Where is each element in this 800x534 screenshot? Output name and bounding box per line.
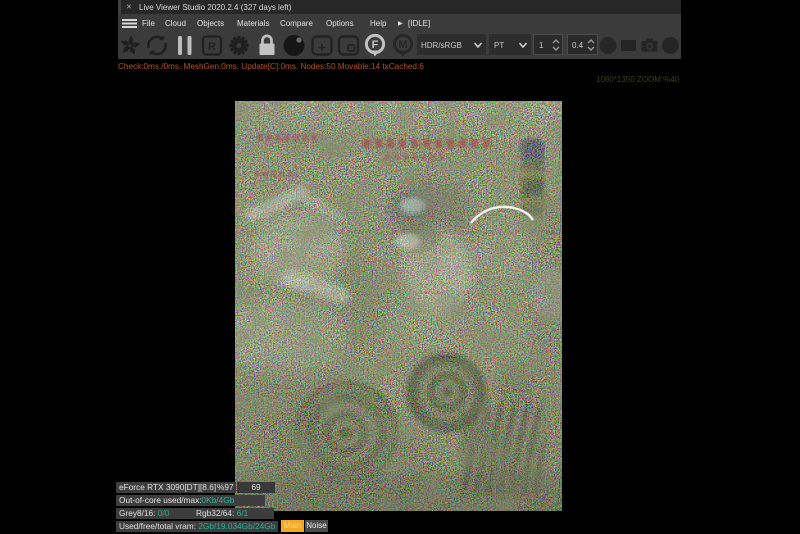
svg-text:R: R bbox=[208, 41, 216, 53]
svg-text:F: F bbox=[372, 39, 379, 51]
svg-text:M: M bbox=[398, 39, 407, 51]
